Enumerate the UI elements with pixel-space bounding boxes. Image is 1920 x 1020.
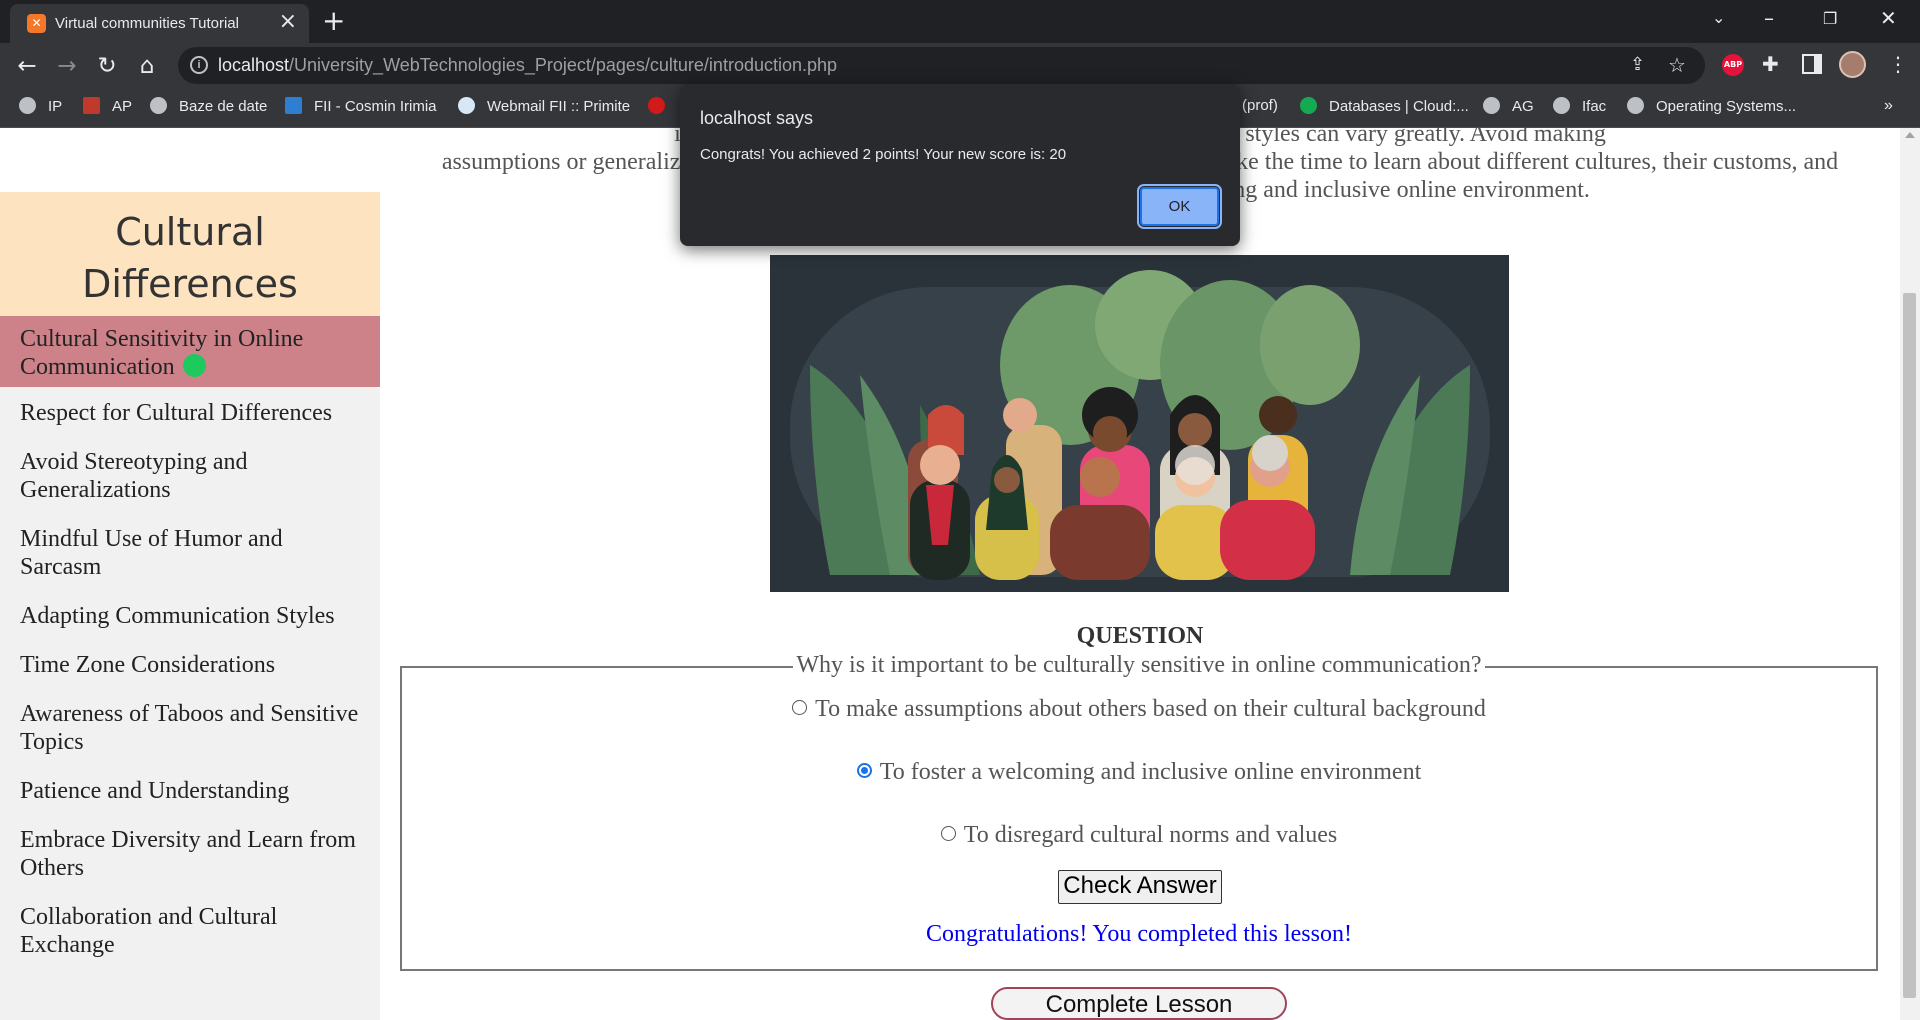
radio-option-2[interactable] bbox=[856, 763, 872, 778]
restore-icon[interactable]: ❐ bbox=[1823, 9, 1837, 28]
minimize-icon[interactable]: – bbox=[1764, 6, 1774, 30]
bookmark-databases-cloud[interactable]: Databases | Cloud:... bbox=[1300, 97, 1469, 115]
bookmark-prof[interactable]: (prof) bbox=[1242, 97, 1278, 114]
sidebar-item-cultural-sensitivity[interactable]: Cultural Sensitivity in Online Communica… bbox=[0, 316, 380, 387]
address-bar[interactable]: i localhost/University_WebTechnologies_P… bbox=[178, 47, 1705, 84]
check-answer-button[interactable]: Check Answer bbox=[1058, 870, 1222, 904]
sidebar-item-respect[interactable]: Respect for Cultural Differences bbox=[0, 387, 380, 436]
xampp-favicon-icon: ✕ bbox=[27, 14, 46, 33]
webmail-icon bbox=[458, 97, 475, 114]
alert-dialog: localhost says Congrats! You achieved 2 … bbox=[680, 84, 1240, 246]
completed-dot-icon bbox=[182, 354, 206, 377]
tab-close-icon[interactable]: × bbox=[279, 11, 297, 33]
dialog-message: Congrats! You achieved 2 points! Your ne… bbox=[700, 146, 1067, 163]
reload-icon[interactable]: ↻ bbox=[92, 51, 122, 81]
sidebar-item-embrace-diversity[interactable]: Embrace Diversity and Learn from Others bbox=[0, 814, 380, 891]
red-circle-icon bbox=[648, 97, 665, 114]
fii-icon bbox=[285, 97, 302, 114]
mongodb-leaf-icon bbox=[1300, 97, 1317, 114]
side-panel-icon[interactable] bbox=[1802, 54, 1822, 74]
lesson-sidebar: Cultural Differences Cultural Sensitivit… bbox=[0, 192, 380, 1020]
radio-option-1[interactable] bbox=[792, 700, 808, 715]
menu-kebab-icon[interactable]: ⋮ bbox=[1888, 52, 1908, 76]
bookmark-ap[interactable]: AP bbox=[83, 97, 132, 115]
people-group-illustration bbox=[790, 270, 1490, 580]
sidebar-item-taboos[interactable]: Awareness of Taboos and Sensitive Topics bbox=[0, 688, 380, 765]
window-close-icon[interactable]: ✕ bbox=[1880, 6, 1897, 30]
extensions-puzzle-icon[interactable]: ✚ bbox=[1762, 52, 1779, 76]
share-icon[interactable]: ⇪ bbox=[1630, 54, 1645, 75]
bookmark-ifac[interactable]: Ifac bbox=[1553, 97, 1606, 115]
bookmark-operating-systems[interactable]: Operating Systems... bbox=[1627, 97, 1796, 115]
sidebar-item-collaboration[interactable]: Collaboration and Cultural Exchange bbox=[0, 891, 380, 968]
bookmark-baze-de-date[interactable]: Baze de date bbox=[150, 97, 267, 115]
lesson-complete-message: Congratulations! You completed this less… bbox=[926, 921, 1352, 947]
browser-toolbar: ← → ↻ ⌂ i localhost/University_WebTechno… bbox=[0, 43, 1920, 88]
radio-option-3[interactable] bbox=[940, 826, 956, 841]
new-tab-icon[interactable]: + bbox=[322, 4, 345, 38]
page-scrollbar[interactable] bbox=[1900, 128, 1920, 1020]
sidebar-title: Cultural Differences bbox=[0, 192, 380, 316]
answer-option-1[interactable]: To make assumptions about others based o… bbox=[402, 696, 1876, 723]
scroll-up-arrow-icon[interactable] bbox=[1905, 132, 1915, 138]
bookmark-ip[interactable]: IP bbox=[19, 97, 62, 115]
sidebar-item-time-zone[interactable]: Time Zone Considerations bbox=[0, 639, 380, 688]
sidebar-item-adapting-styles[interactable]: Adapting Communication Styles bbox=[0, 590, 380, 639]
back-icon[interactable]: ← bbox=[12, 51, 42, 81]
bookmark-fii-cosmin-irimia[interactable]: FII - Cosmin Irimia bbox=[285, 97, 437, 115]
question-legend: Why is it important to be culturally sen… bbox=[402, 652, 1876, 679]
globe-icon bbox=[19, 97, 36, 114]
dialog-title: localhost says bbox=[700, 108, 814, 128]
adblock-plus-icon[interactable]: ABP bbox=[1722, 54, 1744, 76]
page-viewport: individuals from diverse backgrounds, an… bbox=[0, 128, 1920, 1020]
question-text: Why is it important to be culturally sen… bbox=[793, 652, 1485, 678]
bookmark-star-icon[interactable]: ☆ bbox=[1668, 53, 1686, 77]
bookmark-webmail-fii[interactable]: Webmail FII :: Primite bbox=[458, 97, 630, 115]
tab-title: Virtual communities Tutorial bbox=[55, 15, 239, 32]
browser-tab-bar: ✕ Virtual communities Tutorial × + ⌄ – ❐… bbox=[0, 0, 1920, 43]
answer-option-3[interactable]: To disregard cultural norms and values bbox=[402, 822, 1876, 849]
tab-search-icon[interactable]: ⌄ bbox=[1712, 8, 1725, 27]
bookmark-hidden[interactable] bbox=[648, 97, 677, 115]
question-heading: QUESTION bbox=[1076, 623, 1204, 649]
bookmark-ag[interactable]: AG bbox=[1483, 97, 1534, 115]
globe-icon bbox=[1483, 97, 1500, 114]
home-icon[interactable]: ⌂ bbox=[132, 51, 162, 81]
globe-icon bbox=[150, 97, 167, 114]
dialog-ok-button[interactable]: OK bbox=[1137, 184, 1222, 229]
url-text[interactable]: localhost/University_WebTechnologies_Pro… bbox=[218, 55, 837, 76]
complete-lesson-button[interactable]: Complete Lesson bbox=[991, 987, 1287, 1020]
scrollbar-thumb[interactable] bbox=[1903, 293, 1916, 998]
site-info-icon[interactable]: i bbox=[190, 56, 208, 74]
question-fieldset: Why is it important to be culturally sen… bbox=[400, 652, 1878, 971]
profile-avatar[interactable] bbox=[1839, 51, 1866, 78]
answer-option-2[interactable]: To foster a welcoming and inclusive onli… bbox=[402, 759, 1876, 786]
url-host: localhost bbox=[218, 55, 290, 75]
diverse-people-illustration bbox=[770, 255, 1509, 592]
browser-tab[interactable]: ✕ Virtual communities Tutorial × bbox=[10, 4, 309, 43]
globe-icon bbox=[1553, 97, 1570, 114]
more-bookmarks-icon[interactable]: » bbox=[1884, 97, 1893, 115]
sidebar-item-avoid-stereotyping[interactable]: Avoid Stereotyping and Generalizations bbox=[0, 436, 380, 513]
globe-icon bbox=[1627, 97, 1644, 114]
ap-icon bbox=[83, 97, 100, 114]
sidebar-item-humor-sarcasm[interactable]: Mindful Use of Humor and Sarcasm bbox=[0, 513, 380, 590]
url-path: /University_WebTechnologies_Project/page… bbox=[289, 55, 838, 75]
sidebar-item-patience[interactable]: Patience and Understanding bbox=[0, 765, 380, 814]
forward-icon[interactable]: → bbox=[52, 51, 82, 81]
